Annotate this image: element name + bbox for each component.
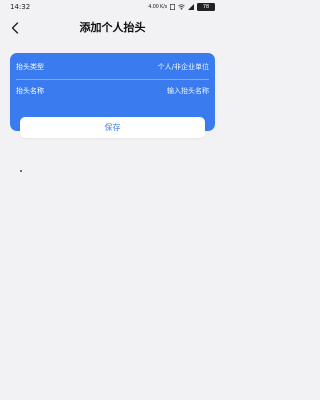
signal-icon [188, 4, 194, 10]
sim-icon [170, 4, 175, 10]
title-type-label: 抬头类型 [16, 63, 44, 71]
title-name-row[interactable]: 抬头名称 输入抬头名称 [10, 79, 215, 103]
title-type-value: 个人/非企业单位 [157, 63, 209, 71]
title-type-row[interactable]: 抬头类型 个人/非企业单位 [10, 55, 215, 79]
stray-dot [20, 170, 22, 172]
save-button[interactable]: 保存 [20, 117, 205, 138]
status-time: 14:32 [10, 3, 31, 11]
title-name-input[interactable]: 输入抬头名称 [167, 86, 209, 96]
network-speed: 4.00 K/s [148, 4, 167, 10]
navigation-bar: 添加个人抬头 [0, 14, 225, 42]
battery-icon: 78 [197, 3, 215, 11]
status-bar: 14:32 4.00 K/s 78 [0, 0, 225, 14]
wifi-icon [178, 4, 185, 10]
page-title: 添加个人抬头 [79, 21, 146, 34]
title-name-label: 抬头名称 [16, 87, 44, 95]
status-icons: 4.00 K/s 78 [148, 3, 215, 11]
